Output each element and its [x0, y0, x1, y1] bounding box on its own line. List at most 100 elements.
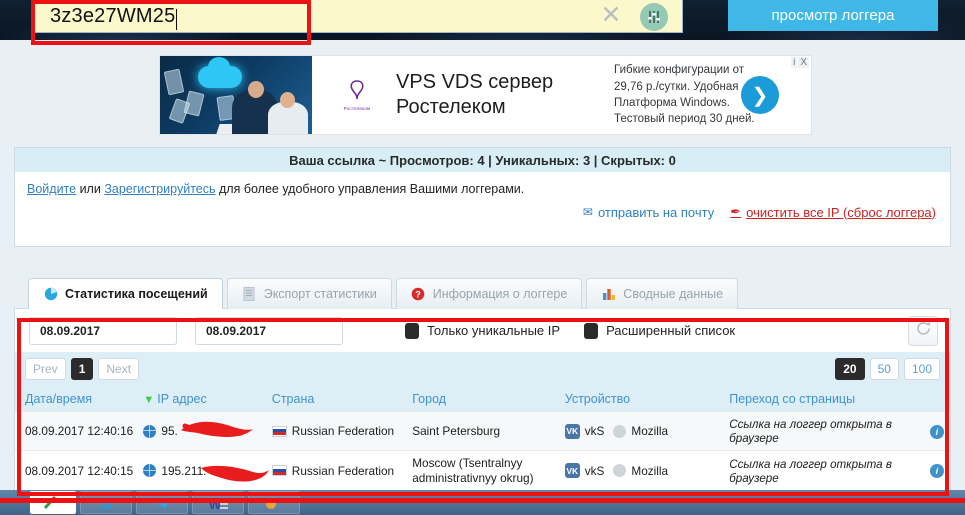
unique-ip-checkbox[interactable]: Только уникальные IP: [405, 322, 561, 339]
clear-all-ip-label: очистить все IP (сброс логгера): [746, 204, 936, 220]
column-header-info: [923, 386, 950, 412]
cell-referrer: Ссылка на логгер открыта в браузере: [723, 450, 924, 492]
advertisement-banner[interactable]: Ростелеком VPS VDS сервер Ростелеком Гиб…: [159, 55, 812, 135]
login-link[interactable]: Войдите: [27, 182, 76, 196]
view-logger-button[interactable]: просмотр логгера: [728, 0, 938, 31]
logger-summary: Ваша ссылка ~ Просмотров: 4 | Уникальных…: [15, 148, 950, 172]
checkbox-box-icon[interactable]: [405, 322, 419, 339]
page-size-100-button[interactable]: 100: [903, 358, 940, 380]
tab-summary-data-label: Сводные данные: [623, 287, 724, 301]
cell-info[interactable]: i: [923, 450, 950, 492]
mozilla-icon: [613, 464, 627, 478]
ad-close-badge[interactable]: X: [798, 57, 809, 68]
tab-bar: Статистика посещений Экспорт статистики: [28, 278, 739, 309]
column-header-country[interactable]: Страна: [265, 386, 407, 412]
ad-badges[interactable]: i X: [791, 57, 809, 68]
screenshot-root: 3z3e27WM25 ✕ просмотр логгера Ростелеком…: [0, 0, 965, 515]
tab-export-statistics-label: Экспорт статистики: [263, 287, 377, 301]
tab-visit-statistics[interactable]: Статистика посещений: [28, 278, 223, 309]
filter-checkboxes: Только уникальные IP Расширенный список: [405, 322, 736, 339]
help-circle-icon: ?: [411, 287, 426, 302]
ip-address-value: 195.211.: [161, 464, 270, 482]
statistics-panel: Только уникальные IP Расширенный список: [14, 308, 951, 515]
flag-russia-icon: [271, 425, 287, 437]
tab-export-statistics[interactable]: Экспорт статистики: [226, 278, 392, 309]
tab-summary-data[interactable]: Сводные данные: [586, 278, 739, 309]
ad-brand-text: Ростелеком: [343, 105, 371, 111]
page-size-20-button[interactable]: 20: [835, 358, 865, 380]
pagination-bar: Prev 1 Next 20 50 100: [15, 352, 950, 386]
date-to-input[interactable]: [195, 316, 343, 345]
device-app-label: vkS: [584, 463, 605, 478]
close-x-icon[interactable]: ✕: [598, 3, 624, 29]
cell-info[interactable]: i: [923, 412, 950, 451]
browser-top-bar: 3z3e27WM25 ✕ просмотр логгера: [0, 0, 965, 40]
cell-datetime: 08.09.2017 12:40:15: [15, 450, 138, 492]
column-header-datetime[interactable]: Дата/время: [15, 386, 138, 412]
search-input-value[interactable]: 3z3e27WM25: [34, 6, 175, 26]
send-to-mail-link[interactable]: ✉ отправить на почту: [583, 205, 714, 220]
ad-title: VPS VDS сервер Ростелеком: [396, 71, 554, 118]
globe-icon: [143, 424, 157, 438]
table-row[interactable]: 08.09.2017 12:40:15 195.211. Russian Fed…: [15, 450, 950, 492]
device-app-label: vkS: [584, 424, 605, 438]
bar-chart-icon: [601, 287, 616, 302]
cell-device: VK vkS Mozilla: [558, 412, 724, 451]
cell-datetime: 08.09.2017 12:40:16: [15, 412, 138, 451]
mozilla-icon: [613, 424, 627, 438]
search-bar[interactable]: 3z3e27WM25 ✕: [33, 0, 683, 33]
country-label: Russian Federation: [291, 424, 395, 438]
column-header-referrer[interactable]: Переход со страницы: [723, 386, 924, 412]
column-header-device[interactable]: Устройство: [558, 386, 724, 412]
page-size-50-button[interactable]: 50: [869, 358, 899, 380]
current-page-button[interactable]: 1: [70, 358, 94, 380]
equalizer-icon[interactable]: [640, 3, 668, 31]
refresh-button[interactable]: [908, 316, 938, 346]
sort-desc-icon[interactable]: ▼: [143, 394, 154, 406]
svg-text:?: ?: [416, 289, 422, 299]
extended-list-checkbox[interactable]: Расширенный список: [584, 322, 736, 339]
info-icon[interactable]: i: [929, 464, 944, 479]
next-page-button[interactable]: Next: [98, 358, 140, 380]
refresh-icon: [915, 320, 932, 342]
text-caret: [176, 8, 178, 30]
cell-city: Saint Petersburg: [406, 412, 559, 451]
globe-icon: [143, 464, 157, 478]
ad-image: [160, 56, 312, 134]
clear-all-ip-link[interactable]: ✒ очистить все IP (сброс логгера): [730, 204, 936, 220]
tab-logger-info-label: Информация о логгере: [432, 287, 568, 301]
ip-address-value: 95.: [161, 421, 254, 438]
chevron-right-icon[interactable]: ❯: [741, 76, 779, 114]
column-header-ip[interactable]: ▼ IP адрес: [137, 386, 266, 412]
tab-visit-statistics-label: Статистика посещений: [65, 287, 208, 301]
vk-icon: VK: [564, 463, 580, 479]
table-row[interactable]: 08.09.2017 12:40:16 95. Russian Federati…: [15, 412, 950, 451]
redaction-mark: [201, 465, 270, 482]
cell-ip: 95.: [137, 412, 266, 451]
cell-country: Russian Federation: [265, 412, 407, 451]
checkbox-box-icon[interactable]: [584, 322, 599, 339]
pie-chart-icon: [43, 287, 58, 302]
prev-page-button[interactable]: Prev: [25, 358, 66, 380]
tab-logger-info[interactable]: ? Информация о логгере: [395, 278, 583, 309]
device-browser-label: Mozilla: [631, 463, 669, 478]
referrer-text: Ссылка на логгер открыта в браузере: [729, 418, 892, 445]
cell-referrer: Ссылка на логгер открыта в браузере: [723, 412, 924, 451]
prompt-suffix: для более удобного управления Вашими лог…: [215, 182, 525, 196]
table-header-row: Дата/время ▼ IP адрес Страна Город Устрой…: [15, 386, 950, 412]
column-header-city[interactable]: Город: [406, 386, 559, 412]
extended-list-label: Расширенный список: [606, 323, 736, 338]
prompt-middle: или: [76, 182, 105, 196]
cell-ip: 195.211.: [137, 450, 270, 492]
ad-content: Ростелеком VPS VDS сервер Ростелеком Гиб…: [312, 56, 811, 134]
account-prompt: Войдите или Зарегистрируйтесь для более …: [15, 172, 950, 196]
table-header: Дата/время ▼ IP адрес Страна Город Устрой…: [15, 386, 950, 412]
date-from-input[interactable]: [29, 316, 177, 345]
unique-ip-label: Только уникальные IP: [427, 323, 561, 338]
ad-info-badge[interactable]: i: [791, 57, 798, 68]
device-browser-label: Mozilla: [631, 424, 669, 438]
envelope-icon: ✉: [582, 205, 593, 219]
rostelecom-logo-icon: [330, 79, 384, 104]
info-icon[interactable]: i: [929, 424, 944, 439]
register-link[interactable]: Зарегистрируйтесь: [104, 182, 215, 196]
